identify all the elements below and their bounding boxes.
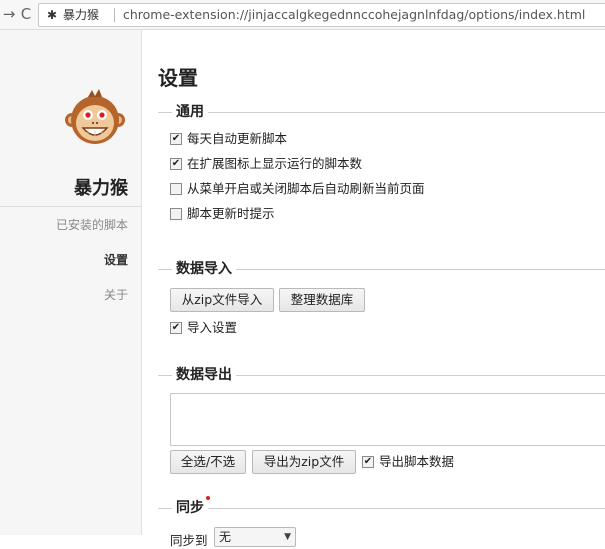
brand-name: 暴力猴 <box>74 178 128 199</box>
option-label: 导入设置 <box>187 320 238 335</box>
option-label: 从菜单开启或关闭脚本后自动刷新当前页面 <box>187 181 425 196</box>
chevron-down-icon: ▼ <box>284 532 291 542</box>
sync-label: 同步到 <box>170 533 208 548</box>
section-general-title: 通用 <box>172 103 208 121</box>
extension-name: 暴力猴 <box>63 8 100 22</box>
browser-toolbar: → C ✱ 暴力猴 chrome-extension://jinjaccalgk… <box>0 0 605 30</box>
export-zip-button[interactable]: 导出为zip文件 <box>252 450 356 474</box>
sync-select[interactable]: 无 ▼ <box>214 527 296 547</box>
checkbox-import-settings[interactable]: ✔ <box>170 321 182 334</box>
option-label: 在扩展图标上显示运行的脚本数 <box>187 156 363 171</box>
omnibox-divider <box>114 8 115 22</box>
section-sync-header: 同步 <box>158 498 605 518</box>
export-script-list[interactable] <box>170 393 605 446</box>
section-general-header: 通用 <box>158 102 605 122</box>
option-show-badge[interactable]: ✔ 在扩展图标上显示运行的脚本数 <box>170 155 362 173</box>
address-bar[interactable]: ✱ 暴力猴 chrome-extension://jinjaccalgkeged… <box>38 3 605 27</box>
sidebar-item-about[interactable]: 关于 <box>0 287 128 303</box>
sync-select-value: 无 <box>219 530 232 544</box>
checkbox-export-values[interactable]: ✔ <box>362 455 374 468</box>
section-export-title: 数据导出 <box>172 366 236 384</box>
option-notify-update[interactable]: 脚本更新时提示 <box>170 205 275 223</box>
import-zip-button[interactable]: 从zip文件导入 <box>170 288 274 312</box>
section-sync-title: 同步 <box>172 499 208 517</box>
option-label: 导出脚本数据 <box>379 454 455 469</box>
option-auto-update[interactable]: ✔ 每天自动更新脚本 <box>170 130 287 148</box>
checkbox-auto-update[interactable]: ✔ <box>170 132 182 145</box>
option-label: 每天自动更新脚本 <box>187 131 288 146</box>
monkey-logo <box>65 89 125 144</box>
settings-panel: 设置 通用 ✔ 每天自动更新脚本 ✔ 在扩展图标上显示运行的脚本数 从菜单开启或关闭… <box>142 30 605 548</box>
sidebar-item-settings[interactable]: 设置 <box>0 252 128 268</box>
url-text[interactable]: chrome-extension://jinjaccalgkegednnccoh… <box>123 7 585 23</box>
option-export-values[interactable]: ✔ 导出脚本数据 <box>362 453 454 471</box>
sync-notice-dot <box>206 496 210 500</box>
option-import-settings[interactable]: ✔ 导入设置 <box>170 319 237 337</box>
page-title: 设置 <box>158 66 198 90</box>
forward-icon[interactable]: → <box>0 4 18 24</box>
option-auto-reload[interactable]: 从菜单开启或关闭脚本后自动刷新当前页面 <box>170 180 425 198</box>
select-all-button[interactable]: 全选/不选 <box>170 450 246 474</box>
sidebar: 暴力猴 已安装的脚本 设置 关于 <box>0 30 142 535</box>
checkbox-show-badge[interactable]: ✔ <box>170 157 182 170</box>
puzzle-icon: ✱ <box>47 8 58 22</box>
sidebar-item-installed[interactable]: 已安装的脚本 <box>0 217 128 233</box>
sidebar-divider <box>0 206 141 207</box>
option-label: 脚本更新时提示 <box>187 206 275 221</box>
section-import-title: 数据导入 <box>172 260 236 278</box>
section-export-header: 数据导出 <box>158 365 605 385</box>
reload-icon[interactable]: C <box>17 4 35 24</box>
checkbox-auto-reload[interactable] <box>170 182 182 195</box>
checkbox-notify-update[interactable] <box>170 207 182 220</box>
vacuum-db-button[interactable]: 整理数据库 <box>279 288 365 312</box>
section-import-header: 数据导入 <box>158 259 605 279</box>
